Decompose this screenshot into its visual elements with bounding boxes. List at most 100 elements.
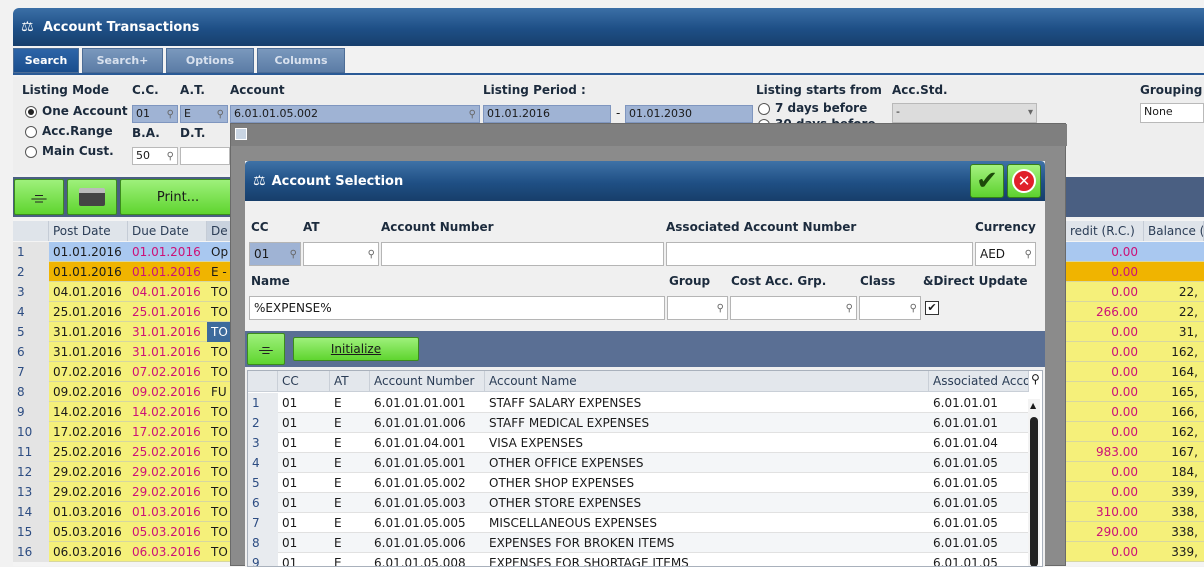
dlg-accno-field[interactable] [381,242,664,266]
period-from-field[interactable]: 01.01.2016 [483,105,611,123]
list-item[interactable]: 5 01 E 6.01.01.05.002 OTHER SHOP EXPENSES 6.0… [248,473,1028,493]
cell-post: 31.01.2016 [53,345,122,359]
cell-bal [1144,242,1204,262]
grid-header-credit[interactable]: redit (R.C.) [1066,221,1144,241]
dlg-find-button[interactable]: ⌯ [247,333,285,365]
search-icon: ⚲ [166,151,174,162]
cell-due: 31.01.2016 [132,345,201,359]
cell-post: 25.01.2016 [53,305,122,319]
dlg-direct-checkbox[interactable]: ✔ [925,301,939,315]
cell-credit: 0.00 [1111,425,1138,439]
initialize-button[interactable]: Initialize [293,337,419,361]
list-cell-name: STAFF MEDICAL EXPENSES [489,416,650,430]
list-header-accno[interactable]: Account Number [370,371,485,392]
find-button[interactable]: ⌯ [14,179,64,215]
dialog-frame-top [231,124,1067,146]
cell-bal: 165, [1171,385,1198,399]
list-item[interactable]: 6 01 E 6.01.01.05.003 OTHER STORE EXPENSES 6.… [248,493,1028,513]
dlg-group-field[interactable]: ⚲ [667,296,728,320]
list-cell-no: 6.01.01.05.003 [374,496,466,510]
list-item[interactable]: 9 01 E 6.01.01.05.008 EXPENSES FOR SHORTAGE … [248,553,1028,567]
search-icon: ⚲ [1024,249,1032,260]
list-cell-cc: 01 [282,536,298,550]
dlg-costgrp-field[interactable]: ⚲ [730,296,857,320]
list-item[interactable]: 7 01 E 6.01.01.05.005 MISCELLANEOUS EXPENSES… [248,513,1028,533]
cell-credit: 0.00 [1111,485,1138,499]
radio-icon[interactable] [25,105,37,118]
dlg-class-label: Class [860,274,896,288]
account-field[interactable]: 6.01.01.05.002 ⚲ [230,105,480,123]
cell-credit: 310.00 [1096,505,1138,519]
tab-columns[interactable]: Columns [257,48,345,73]
scales-icon: ⚖ [253,173,266,189]
grid-header-due-date[interactable]: Due Date [128,221,207,241]
radio-icon[interactable] [25,145,37,158]
list-cell-at: E [334,496,342,510]
list-cell-n: 3 [248,433,278,453]
list-cell-name: MISCELLANEOUS EXPENSES [489,516,657,530]
printer-button[interactable] [67,179,117,215]
search-icon[interactable]: ⚲ [1031,372,1040,386]
accstd-dropdown[interactable]: - ▾ [892,103,1037,123]
list-scrollbar[interactable]: ▲ [1028,399,1040,566]
list-item[interactable]: 1 01 E 6.01.01.01.001 STAFF SALARY EXPENSES 6… [248,393,1028,413]
at-field[interactable]: E ⚲ [180,105,228,123]
list-header-name[interactable]: Account Name [485,371,929,392]
list-header-assoc[interactable]: Associated Accou [929,371,1029,392]
list-item[interactable]: 3 01 E 6.01.01.04.001 VISA EXPENSES 6.01.01.0… [248,433,1028,453]
grouping-dropdown[interactable]: None [1140,103,1204,123]
scroll-thumb[interactable] [1030,417,1038,566]
window-title: Account Transactions [43,19,200,35]
starts-label: Listing starts from [756,83,882,97]
dlg-accno-label: Account Number [381,220,494,234]
dlg-cc-field[interactable]: 01 ⚲ [249,242,301,266]
list-item[interactable]: 4 01 E 6.01.01.05.001 OTHER OFFICE EXPENSES 6… [248,453,1028,473]
search-icon: ⚲ [468,109,476,120]
mode-main-cust[interactable]: Main Cust. [25,144,114,158]
cell-credit: 0.00 [1111,405,1138,419]
tab-search[interactable]: Search [13,48,79,73]
tab-options[interactable]: Options [166,48,254,73]
dlg-at-field[interactable]: ⚲ [303,242,379,266]
cancel-button[interactable]: ✕ [1007,164,1041,198]
dlg-assoc-field[interactable] [666,242,973,266]
grid-header-balance[interactable]: Balance ( [1144,221,1204,241]
list-header-at[interactable]: AT [330,371,370,392]
tab-search-plus[interactable]: Search+ [82,48,163,73]
dt-field[interactable] [180,147,230,165]
list-cell-at: E [334,556,342,567]
radio-icon[interactable] [758,102,770,115]
list-cell-at: E [334,516,342,530]
cell-post: 25.02.2016 [53,445,122,459]
cell-credit: 0.00 [1111,545,1138,559]
list-cell-cc: 01 [282,556,298,567]
dlg-currency-field[interactable]: AED ⚲ [975,242,1036,266]
cell-n: 13 [13,482,49,502]
grid-header-post-date[interactable]: Post Date [49,221,128,241]
search-icon: ⚲ [716,303,724,314]
list-cell-assoc: 6.01.01.01 [933,416,998,430]
dlg-name-label: Name [251,274,290,288]
checkmark-icon: ✔ [976,166,998,196]
list-item[interactable]: 8 01 E 6.01.01.05.006 EXPENSES FOR BROKEN IT… [248,533,1028,553]
list-cell-no: 6.01.01.04.001 [374,436,466,450]
mode-one-account[interactable]: One Account [25,104,128,118]
dlg-name-field[interactable]: %EXPENSE% [249,296,665,320]
ok-button[interactable]: ✔ [970,164,1004,198]
list-cell-no: 6.01.01.05.001 [374,456,466,470]
starts-7-days[interactable]: 7 days before [758,101,867,115]
list-item[interactable]: 2 01 E 6.01.01.01.006 STAFF MEDICAL EXPENSES… [248,413,1028,433]
cc-field[interactable]: 01 ⚲ [132,105,178,123]
list-cell-name: EXPENSES FOR BROKEN ITEMS [489,536,675,550]
list-header-cc[interactable]: CC [278,371,330,392]
cell-due: 07.02.2016 [132,365,201,379]
period-to-field[interactable]: 01.01.2030 [625,105,753,123]
cell-credit: 0.00 [1111,385,1138,399]
cell-post: 31.01.2016 [53,325,122,339]
radio-icon[interactable] [25,125,37,138]
print-button[interactable]: Print... [120,179,236,215]
mode-acc-range[interactable]: Acc.Range [25,124,113,138]
dlg-class-field[interactable]: ⚲ [859,296,921,320]
ba-field[interactable]: 50 ⚲ [132,147,178,165]
list-cell-n: 6 [248,493,278,513]
